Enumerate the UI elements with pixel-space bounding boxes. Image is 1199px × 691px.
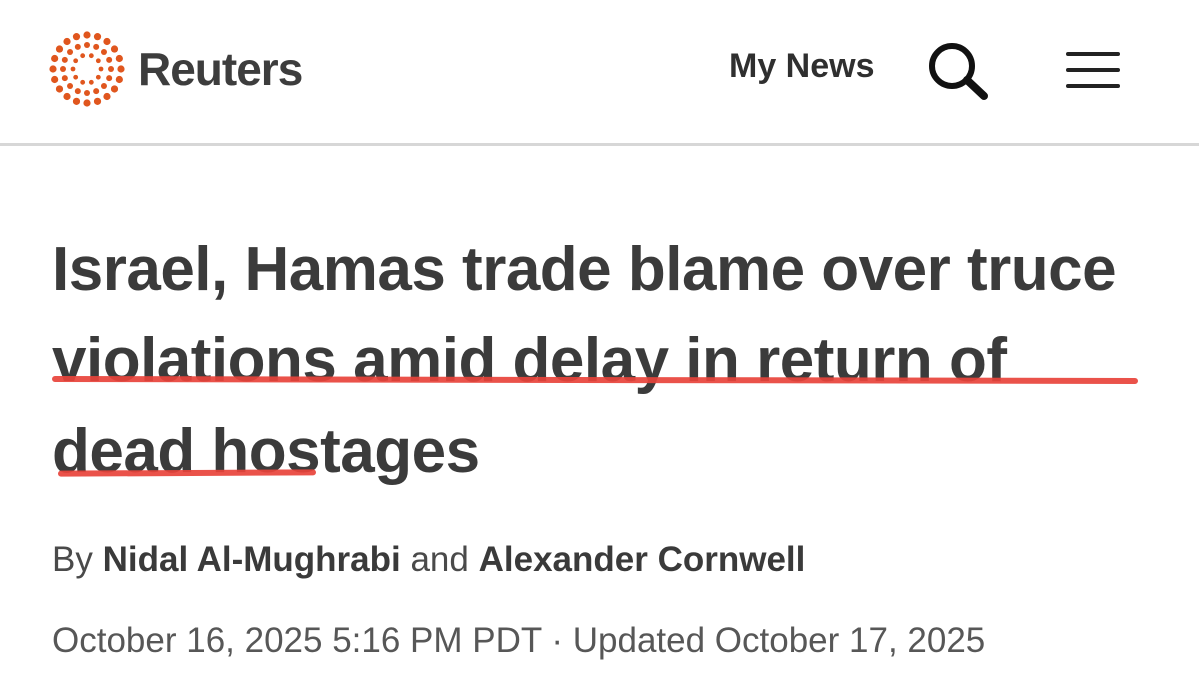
published-date: October 16, 2025 5:16 PM PDT [52,621,542,660]
reuters-logo-link[interactable]: Reuters [48,30,303,108]
date-separator: · [551,621,564,660]
byline-conjunction: and [410,540,469,579]
brand-name: Reuters [138,43,303,95]
author-link[interactable]: Nidal Al-Mughrabi [103,540,401,579]
byline-prefix: By [52,540,93,579]
updated-date: Updated October 17, 2025 [572,621,986,660]
article-headline: Israel, Hamas trade blame over truce vio… [52,235,1117,486]
search-icon [929,43,988,100]
site-header: Reuters My News [0,0,1199,146]
author-link[interactable]: Alexander Cornwell [479,540,806,579]
reuters-dot-logo-icon [48,30,126,108]
menu-button[interactable] [1064,48,1122,92]
my-news-link[interactable]: My News [729,47,875,86]
byline: By Nidal Al-Mughrabi and Alexander Cornw… [52,540,805,580]
hamburger-menu-icon [1066,52,1120,88]
search-button[interactable] [926,40,992,102]
dateline: October 16, 2025 5:16 PM PDT · Updated O… [52,621,985,661]
